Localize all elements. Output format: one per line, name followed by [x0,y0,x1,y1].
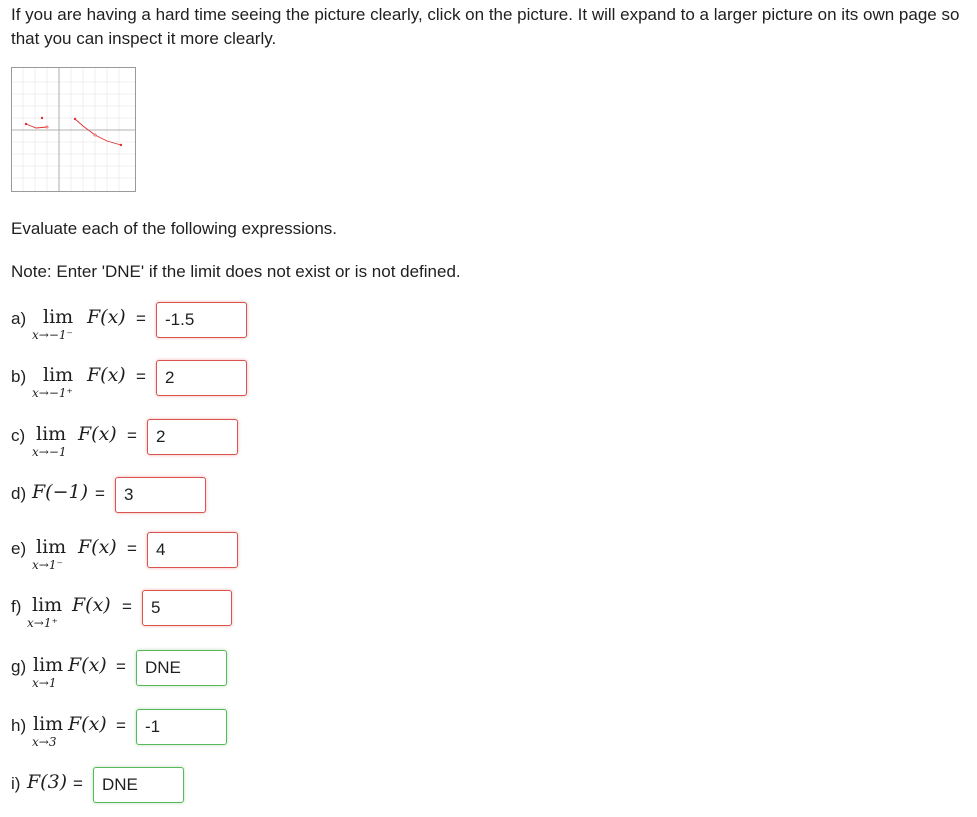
intro-text: If you are having a hard time seeing the… [11,5,960,48]
function-expression: F(x) [72,594,111,616]
limit-operator: lim [43,306,74,328]
equals-sign: = [116,657,126,676]
equals-sign: = [127,426,137,445]
function-expression: F(x) [78,423,117,445]
question-letter: f) [11,597,22,616]
answer-input-a[interactable] [156,302,247,338]
question-letter: i) [11,774,21,793]
question-letter: e) [11,539,27,558]
equals-sign: = [122,597,132,616]
function-expression: F(−1) [32,481,89,503]
limit-approach: x→−1 [32,445,67,459]
graph-thumbnail[interactable] [11,67,136,192]
question-letter: b) [11,367,27,386]
answer-input-d[interactable] [115,477,206,513]
answer-input-i[interactable] [93,767,184,803]
question-letter: d) [11,484,27,503]
note-text: Note: Enter 'DNE' if the limit does not … [11,262,461,281]
answer-input-b[interactable] [156,360,247,396]
limit-approach: x→1⁻ [32,558,63,572]
limit-operator: lim [43,364,74,386]
question-letter: h) [11,716,27,735]
limit-approach: x→−1⁺ [32,386,73,400]
answer-input-h[interactable] [136,709,227,745]
equals-sign: = [136,309,146,328]
function-expression: F(x) [68,713,107,735]
instruction-text: Evaluate each of the following expressio… [11,219,338,238]
answer-input-f[interactable] [142,590,232,626]
equals-sign: = [116,716,126,735]
function-expression: F(3) [27,771,68,793]
limit-operator: lim [36,423,67,445]
limit-approach: x→1 [32,676,57,690]
answer-input-c[interactable] [147,419,238,455]
limit-approach: x→3 [32,735,57,749]
equals-sign: = [95,484,105,503]
limit-operator: lim [33,713,64,735]
equals-sign: = [127,539,137,558]
equals-sign: = [73,774,83,793]
limit-operator: lim [32,594,63,616]
question-letter: a) [11,309,27,328]
function-expression: F(x) [68,654,107,676]
limit-approach: x→1⁺ [27,616,58,630]
question-letter: g) [11,657,27,676]
limit-operator: lim [33,654,64,676]
question-letter: c) [11,426,26,445]
answer-input-e[interactable] [147,532,238,568]
graph-image [12,68,135,191]
equals-sign: = [136,367,146,386]
limit-operator: lim [36,536,67,558]
function-expression: F(x) [78,536,117,558]
function-expression: F(x) [87,306,126,328]
limit-approach: x→−1⁻ [32,328,73,342]
answer-input-g[interactable] [136,650,227,686]
function-expression: F(x) [87,364,126,386]
